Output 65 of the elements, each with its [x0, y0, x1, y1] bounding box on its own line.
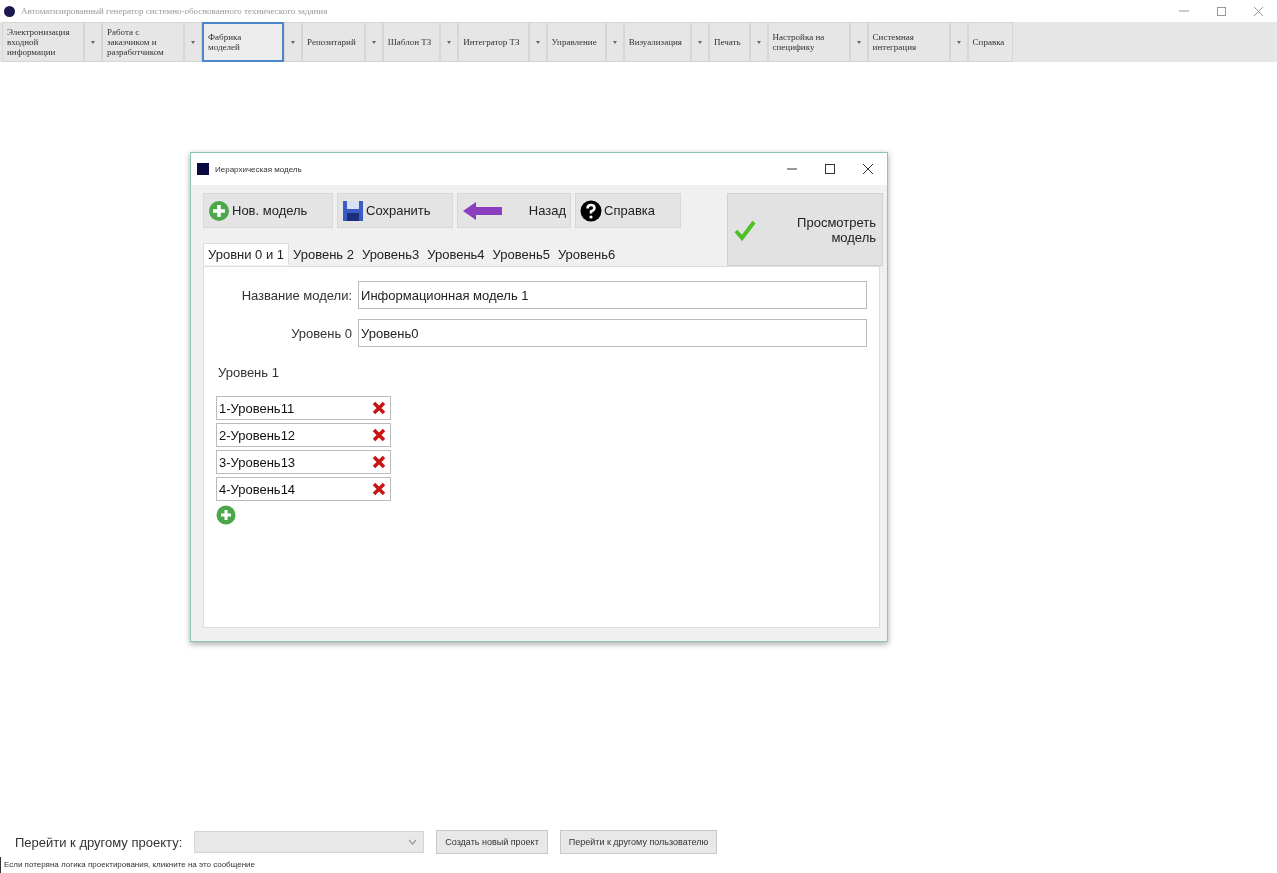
- section-label: Уровень 1: [218, 365, 280, 380]
- menu-button[interactable]: Системная интеграция: [867, 22, 950, 62]
- toolbar-button[interactable]: Справка: [575, 193, 681, 228]
- dropdown-arrow-button[interactable]: [184, 22, 202, 62]
- menu-button[interactable]: Работа с заказчиком и разработчиком: [102, 22, 184, 62]
- menu-button[interactable]: Электронизация входной информации: [2, 22, 84, 62]
- menu-button[interactable]: Печать: [708, 22, 750, 62]
- level-item-field[interactable]: 3-Уровень13: [216, 450, 391, 474]
- caret-icon: [371, 40, 376, 44]
- model-name-field[interactable]: Информационная модель 1: [358, 281, 867, 309]
- caret-icon: [535, 40, 540, 44]
- status-message[interactable]: Если потеряна логика проектирования, кликните на это сообщение: [0, 857, 1277, 873]
- toolbar-button[interactable]: Нов. модель: [203, 193, 333, 228]
- delete-icon[interactable]: [372, 428, 386, 442]
- caret-icon: [612, 40, 617, 44]
- minimize-icon[interactable]: [787, 168, 797, 170]
- menu-button[interactable]: Управление: [546, 22, 606, 62]
- level-item-field[interactable]: 4-Уровень14: [216, 477, 391, 501]
- project-dropdown[interactable]: [194, 831, 425, 853]
- help-icon: [580, 199, 602, 222]
- toolbar-button[interactable]: Назад: [457, 193, 571, 228]
- toolbar-button[interactable]: Сохранить: [337, 193, 453, 228]
- caret-icon: [756, 40, 761, 44]
- checkmark-icon: [734, 218, 756, 241]
- level-item-field[interactable]: 1-Уровень11: [216, 396, 391, 420]
- caret-icon: [408, 839, 418, 845]
- dialog-title: Иерархическая модель: [215, 164, 302, 174]
- caret-icon: [856, 40, 861, 44]
- caret-icon: [447, 40, 452, 44]
- caret-icon: [697, 40, 702, 44]
- left-arrow-icon: [462, 199, 504, 222]
- dropdown-arrow-button[interactable]: [84, 22, 102, 62]
- delete-icon[interactable]: [372, 482, 386, 496]
- app-icon: [197, 163, 209, 175]
- tab[interactable]: Уровни 0 и 1: [203, 243, 290, 265]
- field-label: Название модели:: [240, 287, 354, 303]
- app-icon: [4, 5, 15, 17]
- level-field[interactable]: Уровень0: [358, 319, 867, 347]
- delete-icon[interactable]: [372, 401, 386, 415]
- menu-button[interactable]: Справка: [967, 22, 1014, 62]
- project-label: Перейти к другому проекту:: [15, 834, 183, 850]
- dropdown-arrow-button[interactable]: [284, 22, 302, 62]
- window-title: Автоматизированный генератор системно-обоснованного технического задания: [21, 6, 328, 16]
- menu-button[interactable]: Визуализация: [623, 22, 691, 62]
- add-icon[interactable]: [216, 505, 236, 525]
- menu-button[interactable]: Настройка на специфику: [767, 22, 850, 62]
- field-label: Уровень 0: [290, 325, 354, 341]
- menu-button[interactable]: Шаблон ТЗ: [382, 22, 441, 62]
- delete-icon[interactable]: [372, 455, 386, 469]
- caret-icon: [956, 40, 961, 44]
- caret-icon: [91, 40, 95, 44]
- dropdown-arrow-button[interactable]: [440, 22, 459, 62]
- view-model-button[interactable]: Просмотреть модель: [727, 193, 883, 266]
- menu-button[interactable]: Фабрика моделей: [202, 22, 284, 62]
- caret-icon: [291, 40, 295, 44]
- menu-button[interactable]: Интегратор ТЗ: [458, 22, 529, 62]
- caret-icon: [191, 40, 195, 44]
- close-icon[interactable]: [863, 164, 873, 174]
- action-button[interactable]: Создать новый проект: [436, 830, 548, 854]
- action-button[interactable]: Перейти к другому пользователю: [559, 830, 718, 854]
- level-item-field[interactable]: 2-Уровень12: [216, 423, 391, 447]
- minimize-icon[interactable]: [1179, 10, 1189, 12]
- menu-button[interactable]: Репозитарий: [302, 22, 365, 62]
- plus-icon: [208, 199, 230, 222]
- maximize-icon[interactable]: [825, 164, 835, 174]
